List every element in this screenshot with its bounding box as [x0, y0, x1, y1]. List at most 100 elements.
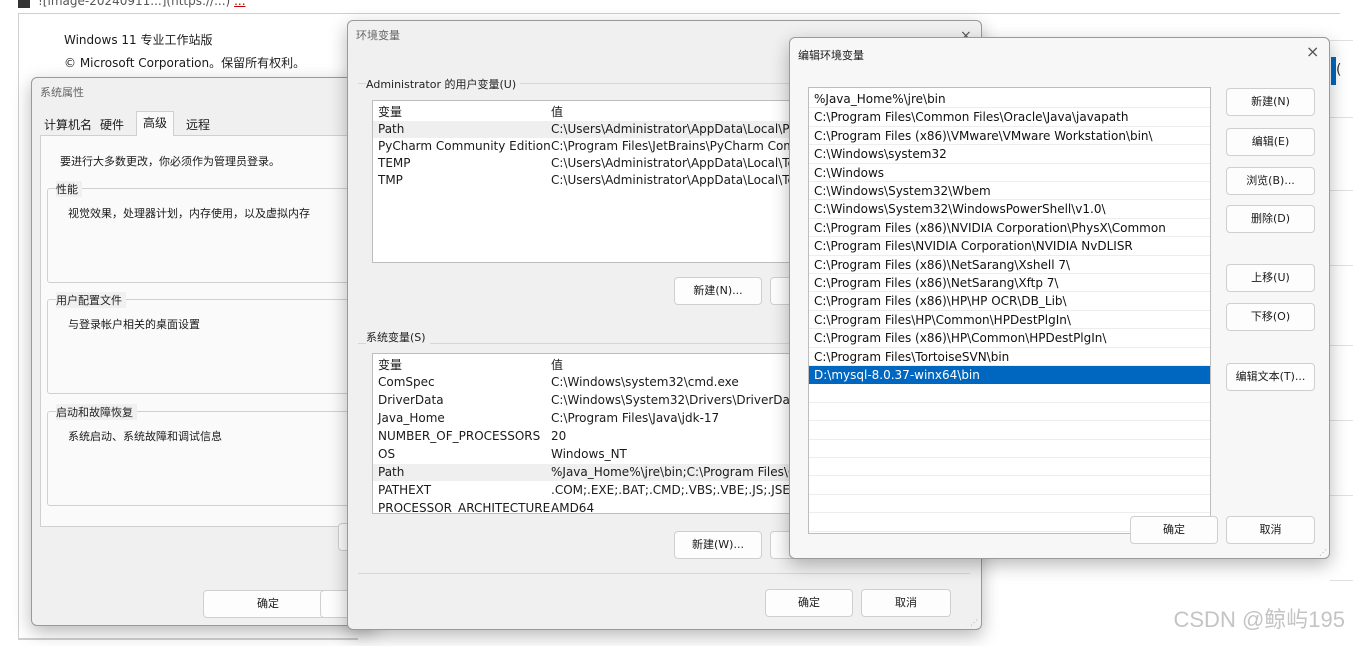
column-header-variable[interactable]: 变量 — [378, 357, 402, 374]
ok-button[interactable]: 确定 — [765, 589, 853, 617]
list-item-selected[interactable]: D:\mysql-8.0.37-winx64\bin — [809, 366, 1210, 385]
image-icon — [18, 0, 30, 8]
list-item-empty[interactable] — [809, 421, 1210, 440]
close-icon[interactable]: × — [1306, 44, 1319, 60]
bg-divider — [1330, 580, 1353, 581]
performance-label: 性能 — [56, 181, 82, 197]
bg-divider — [1330, 345, 1353, 346]
list-item-empty[interactable] — [809, 440, 1210, 458]
tab-computer-name[interactable]: 计算机名 — [44, 114, 92, 136]
column-header-value[interactable]: 值 — [551, 357, 563, 374]
performance-group — [47, 188, 375, 283]
list-item-empty[interactable] — [809, 458, 1210, 477]
tab-remote[interactable]: 远程 — [186, 114, 210, 136]
variable-name: TMP — [378, 173, 403, 187]
variable-name: Path — [378, 465, 405, 479]
move-down-button[interactable]: 下移(O) — [1226, 303, 1315, 331]
list-item[interactable]: C:\Windows — [809, 164, 1210, 182]
startup-group — [47, 411, 375, 506]
variable-value: %Java_Home%\jre\bin;C:\Program Files\Co — [551, 465, 804, 479]
browse-button[interactable]: 浏览(B)... — [1226, 167, 1315, 195]
move-up-button[interactable]: 上移(U) — [1226, 264, 1315, 292]
edit-text-button[interactable]: 编辑文本(T)... — [1226, 363, 1315, 391]
markdown-image-link[interactable]: ... — [234, 0, 245, 8]
startup-label: 启动和故障恢复 — [56, 404, 137, 420]
variable-value: C:\Windows\system32\cmd.exe — [551, 375, 739, 389]
bg-divider — [1330, 265, 1353, 266]
variable-value: C:\Program Files\Java\jdk-17 — [551, 411, 720, 425]
user-new-button[interactable]: 新建(N)... — [674, 277, 762, 305]
list-item[interactable]: C:\Program Files\NVIDIA Corporation\NVID… — [809, 237, 1210, 256]
variable-name: OS — [378, 447, 396, 461]
variable-value: C:\Program Files\JetBrains\PyCharm Comm — [551, 139, 807, 153]
variable-name: PyCharm Community Edition — [378, 139, 551, 153]
watermark: CSDN @鲸屿195 — [1173, 607, 1346, 632]
list-item[interactable]: C:\Program Files\Common Files\Oracle\Jav… — [809, 108, 1210, 127]
tab-hardware[interactable]: 硬件 — [100, 114, 124, 136]
path-list[interactable]: %Java_Home%\jre\bin C:\Program Files\Com… — [808, 87, 1211, 534]
page-bottom-border — [18, 638, 358, 640]
variable-name: PATHEXT — [378, 483, 432, 497]
list-item[interactable]: C:\Program Files (x86)\NVIDIA Corporatio… — [809, 219, 1210, 238]
resize-grip-icon[interactable]: ⋰ — [970, 618, 980, 628]
list-item[interactable]: %Java_Home%\jre\bin — [809, 90, 1210, 109]
variable-name: TEMP — [378, 156, 411, 170]
dialog-divider — [358, 573, 970, 574]
list-item-empty[interactable] — [809, 495, 1210, 514]
markdown-source-line: ![image-20240911...](https://...) ... — [0, 0, 1353, 14]
variable-name: NUMBER_OF_PROCESSORS — [378, 429, 541, 443]
system-new-button[interactable]: 新建(W)... — [674, 531, 762, 559]
user-profile-group — [47, 299, 375, 394]
dialog-title: 系统属性 — [40, 86, 84, 99]
ok-button[interactable]: 确定 — [203, 590, 333, 618]
dialog-title: 环境变量 — [356, 29, 400, 42]
delete-button[interactable]: 删除(D) — [1226, 205, 1315, 233]
list-item[interactable]: C:\Program Files\HP\Common\HPDestPlgIn\ — [809, 311, 1210, 330]
list-item[interactable]: C:\Program Files (x86)\NetSarang\Xshell … — [809, 256, 1210, 274]
user-profile-desc: 与登录帐户相关的桌面设置 — [68, 318, 200, 331]
list-item[interactable]: C:\Program Files\TortoiseSVN\bin — [809, 348, 1210, 366]
variable-name: Path — [378, 122, 405, 136]
list-item[interactable]: C:\Program Files (x86)\VMware\VMware Wor… — [809, 127, 1210, 146]
column-header-value[interactable]: 值 — [551, 104, 563, 121]
edit-button[interactable]: 编辑(E) — [1226, 128, 1315, 156]
list-item-empty[interactable] — [809, 403, 1210, 422]
variable-value: C:\Users\Administrator\AppData\Local\Te — [551, 156, 795, 170]
variable-value: AMD64 — [551, 501, 595, 514]
variable-value: C:\Users\Administrator\AppData\Local\Pr — [551, 122, 795, 136]
performance-desc: 视觉效果，处理器计划，内存使用，以及虚拟内存 — [68, 207, 310, 220]
admin-note: 要进行大多数更改，你必须作为管理员登录。 — [60, 155, 280, 168]
variable-name: ComSpec — [378, 375, 435, 389]
variable-value: Windows_NT — [551, 447, 627, 461]
system-properties-dialog: 系统属性 计算机名 硬件 高级 远程 要进行大多数更改，你必须作为管理员登录。 … — [31, 77, 376, 626]
list-item[interactable]: C:\Program Files (x86)\NetSarang\Xftp 7\ — [809, 274, 1210, 293]
cancel-button[interactable]: 取消 — [1226, 516, 1315, 544]
user-profile-label: 用户配置文件 — [56, 292, 126, 308]
new-button[interactable]: 新建(N) — [1226, 88, 1315, 116]
list-item[interactable]: C:\Windows\system32 — [809, 145, 1210, 164]
edit-environment-variable-dialog: 编辑环境变量 × %Java_Home%\jre\bin C:\Program … — [789, 37, 1330, 559]
column-header-variable[interactable]: 变量 — [378, 104, 402, 121]
list-item[interactable]: C:\Program Files (x86)\HP\Common\HPDestP… — [809, 329, 1210, 348]
variable-value: 20 — [551, 429, 567, 443]
ok-button[interactable]: 确定 — [1130, 516, 1218, 544]
list-item-empty[interactable] — [809, 476, 1210, 495]
bg-divider — [1330, 190, 1353, 191]
variable-value: C:\Windows\System32\Drivers\DriverData — [551, 393, 802, 407]
bg-divider — [1330, 40, 1353, 41]
startup-desc: 系统启动、系统故障和调试信息 — [68, 430, 222, 443]
bg-divider — [1330, 495, 1353, 496]
markdown-image-text: ![image-20240911...](https://...) — [38, 0, 231, 8]
page-divider — [18, 13, 1340, 14]
list-item-empty[interactable] — [809, 384, 1210, 403]
bg-paren: ( — [1336, 62, 1342, 78]
variable-name: PROCESSOR_ARCHITECTURE — [378, 501, 551, 514]
list-item[interactable]: C:\Windows\System32\Wbem — [809, 182, 1210, 201]
list-item[interactable]: C:\Windows\System32\WindowsPowerShell\v1… — [809, 200, 1210, 219]
tab-advanced[interactable]: 高级 — [136, 111, 175, 136]
bg-divider — [1330, 117, 1353, 118]
cancel-button[interactable]: 取消 — [861, 589, 951, 617]
list-item[interactable]: C:\Program Files (x86)\HP\HP OCR\DB_Lib\ — [809, 292, 1210, 311]
resize-grip-icon[interactable]: ⋰ — [1319, 548, 1329, 558]
system-vars-label: 系统变量(S) — [366, 329, 430, 345]
